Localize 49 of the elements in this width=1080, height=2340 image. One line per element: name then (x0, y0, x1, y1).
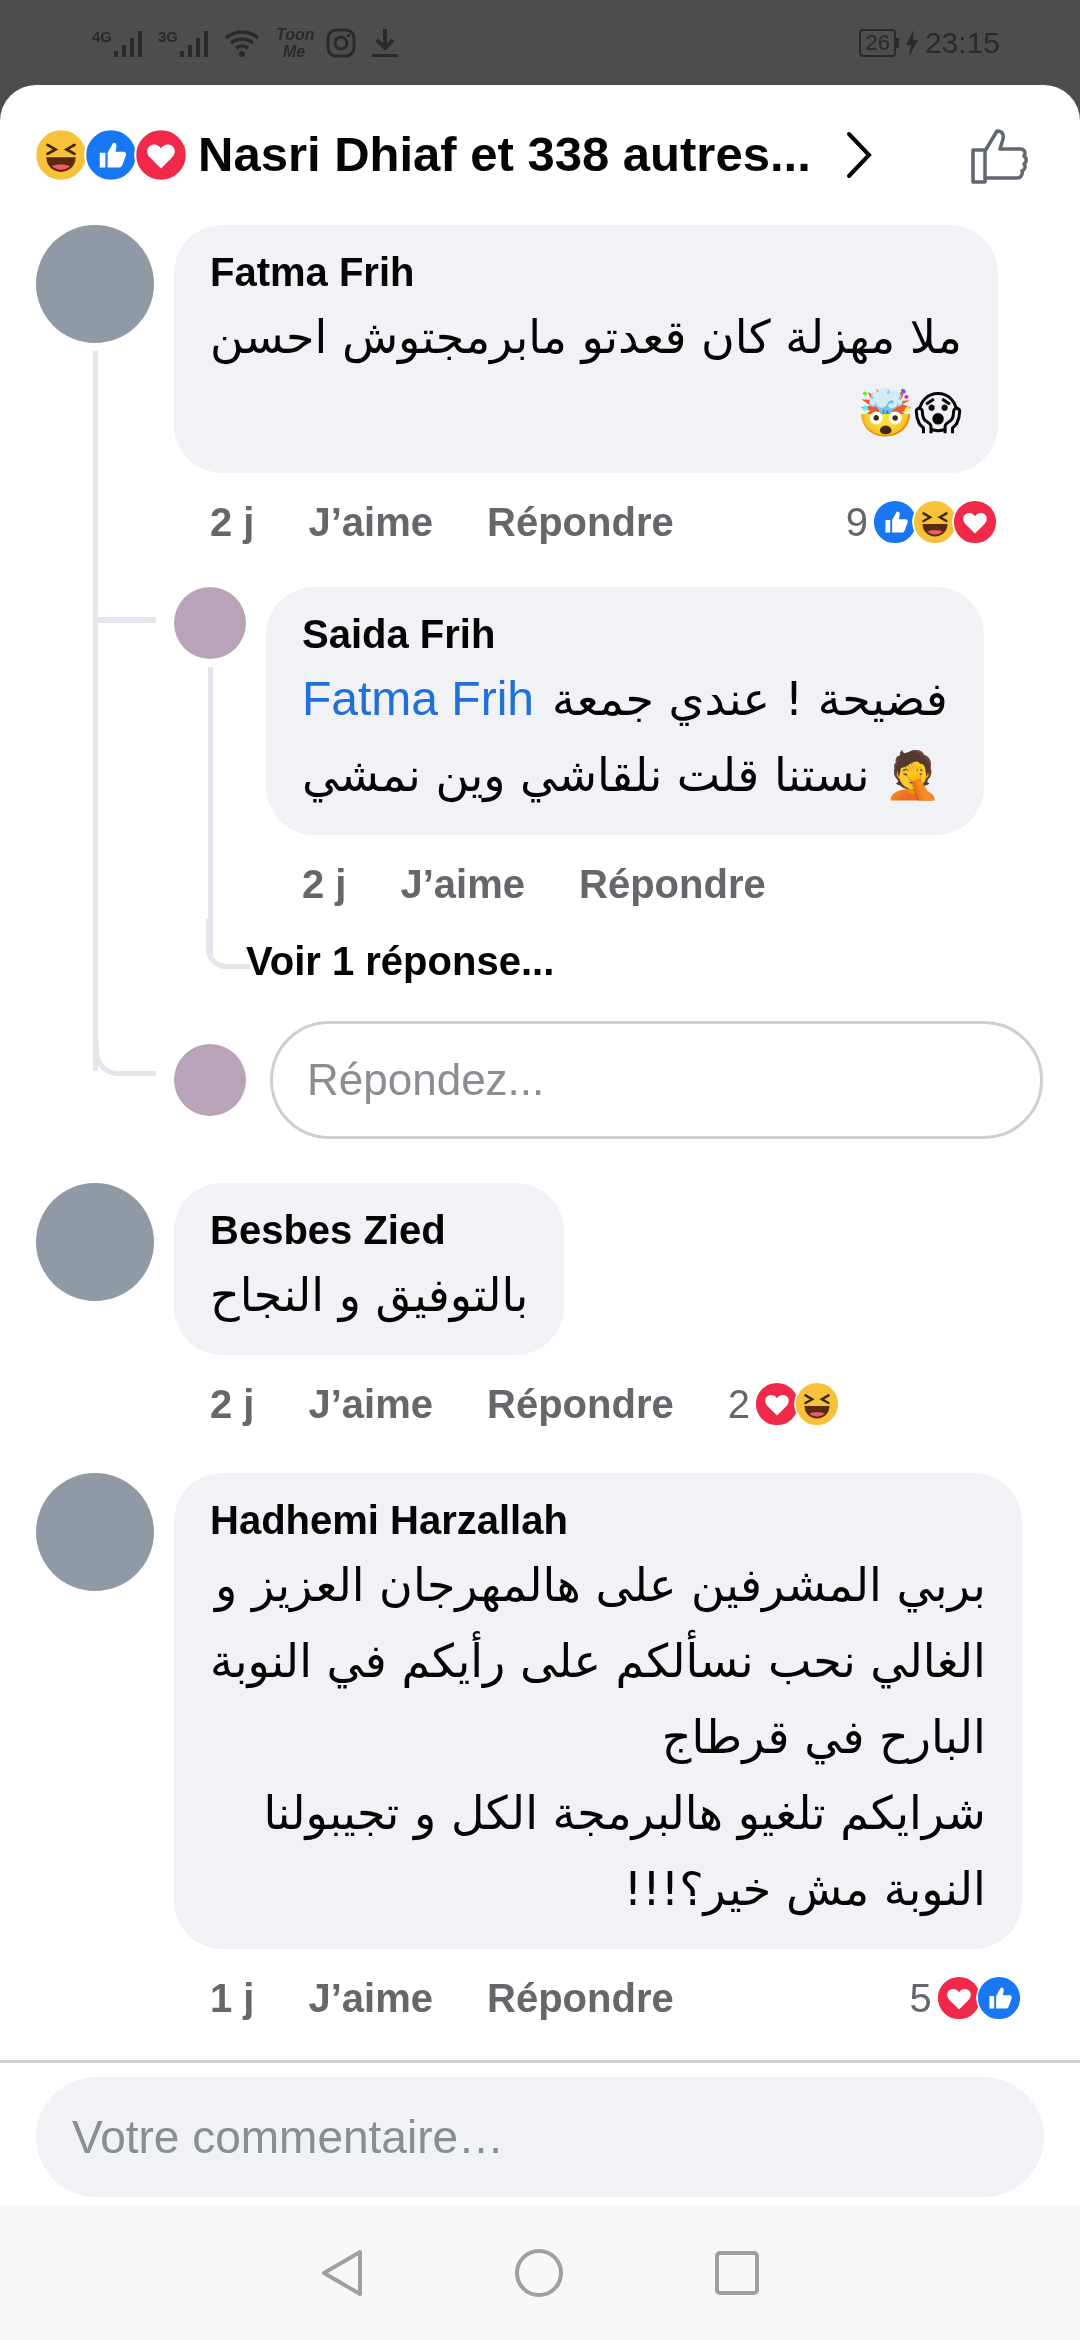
comment-author[interactable]: Besbes Zied (210, 1203, 529, 1257)
view-replies-link[interactable]: Voir 1 réponse... (246, 931, 555, 991)
comment-text: بالتوفيق و النجاح (210, 1267, 529, 1325)
reply-link[interactable]: Répondre (487, 1379, 674, 1429)
reply-link[interactable]: Répondre (487, 497, 674, 547)
download-icon (370, 26, 401, 59)
signal-icon (114, 28, 144, 57)
comment-text: شرايكم تلغيو هالبرمجة الكل و تجيبولنا (263, 1785, 986, 1843)
like-reaction-icon (84, 128, 138, 182)
comment-text: ملا مهزلة كان قعدتو مابرمجتوش احسن (210, 309, 962, 367)
home-icon[interactable] (514, 2247, 564, 2298)
laughing-reaction-icon (34, 128, 88, 182)
comment-author[interactable]: Hadhemi Harzallah (210, 1493, 986, 1547)
heart-reaction-icon (951, 499, 998, 545)
camera-app-icon (326, 27, 357, 58)
reaction-count: 2 (727, 1381, 750, 1428)
chevron-right-icon[interactable] (844, 130, 873, 180)
reaction-count: 5 (909, 1975, 932, 2022)
comment-text: البارح في قرطاج (661, 1709, 986, 1767)
mention-link[interactable]: Fatma Frih (302, 663, 535, 735)
like-link[interactable]: J’aime (308, 1379, 433, 1429)
comment-author[interactable]: Saida Frih (302, 607, 948, 661)
comment-text: 😱🤯 (856, 385, 962, 442)
comment-text: الغالي نحب نسألكم على رأيكم في النوبة (210, 1623, 986, 1699)
like-reaction-icon (975, 1975, 1022, 2021)
comment-time: 1 j (210, 1975, 255, 2022)
reply-input-field[interactable]: Répondez... (270, 1021, 1043, 1139)
reactions-summary-title[interactable]: Nasri Dhiaf et 338 autres... (198, 118, 811, 192)
comment-time: 2 j (210, 499, 255, 546)
reply-link[interactable]: Répondre (579, 859, 766, 909)
comment-author[interactable]: Fatma Frih (210, 245, 962, 299)
comment-text: النوبة مش خير؟!!! (623, 1861, 986, 1919)
comment-text: 🤦 نستنا قلت نلقاشي وين نمشي (302, 747, 942, 805)
laughing-reaction-icon (793, 1381, 840, 1427)
comment-text: بربي المشرفين على هالمهرجان العزيز و (215, 1557, 986, 1615)
comment-text: فضيحة ! عندي جمعة (552, 671, 948, 728)
reaction-count: 9 (845, 499, 868, 546)
comment-time: 2 j (210, 1381, 255, 1428)
charging-icon (904, 29, 919, 56)
like-link[interactable]: J’aime (308, 497, 433, 547)
heart-reaction-icon (134, 128, 188, 182)
comment-time: 2 j (302, 861, 347, 908)
like-link[interactable]: J’aime (400, 859, 525, 909)
reply-link[interactable]: Répondre (487, 1973, 674, 2023)
recent-apps-icon[interactable] (714, 2249, 760, 2296)
signal-icon (180, 28, 211, 57)
comment-input-field[interactable]: Votre commentaire… (36, 2077, 1044, 2197)
back-icon[interactable] (320, 2247, 364, 2298)
like-link[interactable]: J’aime (308, 1973, 433, 2023)
